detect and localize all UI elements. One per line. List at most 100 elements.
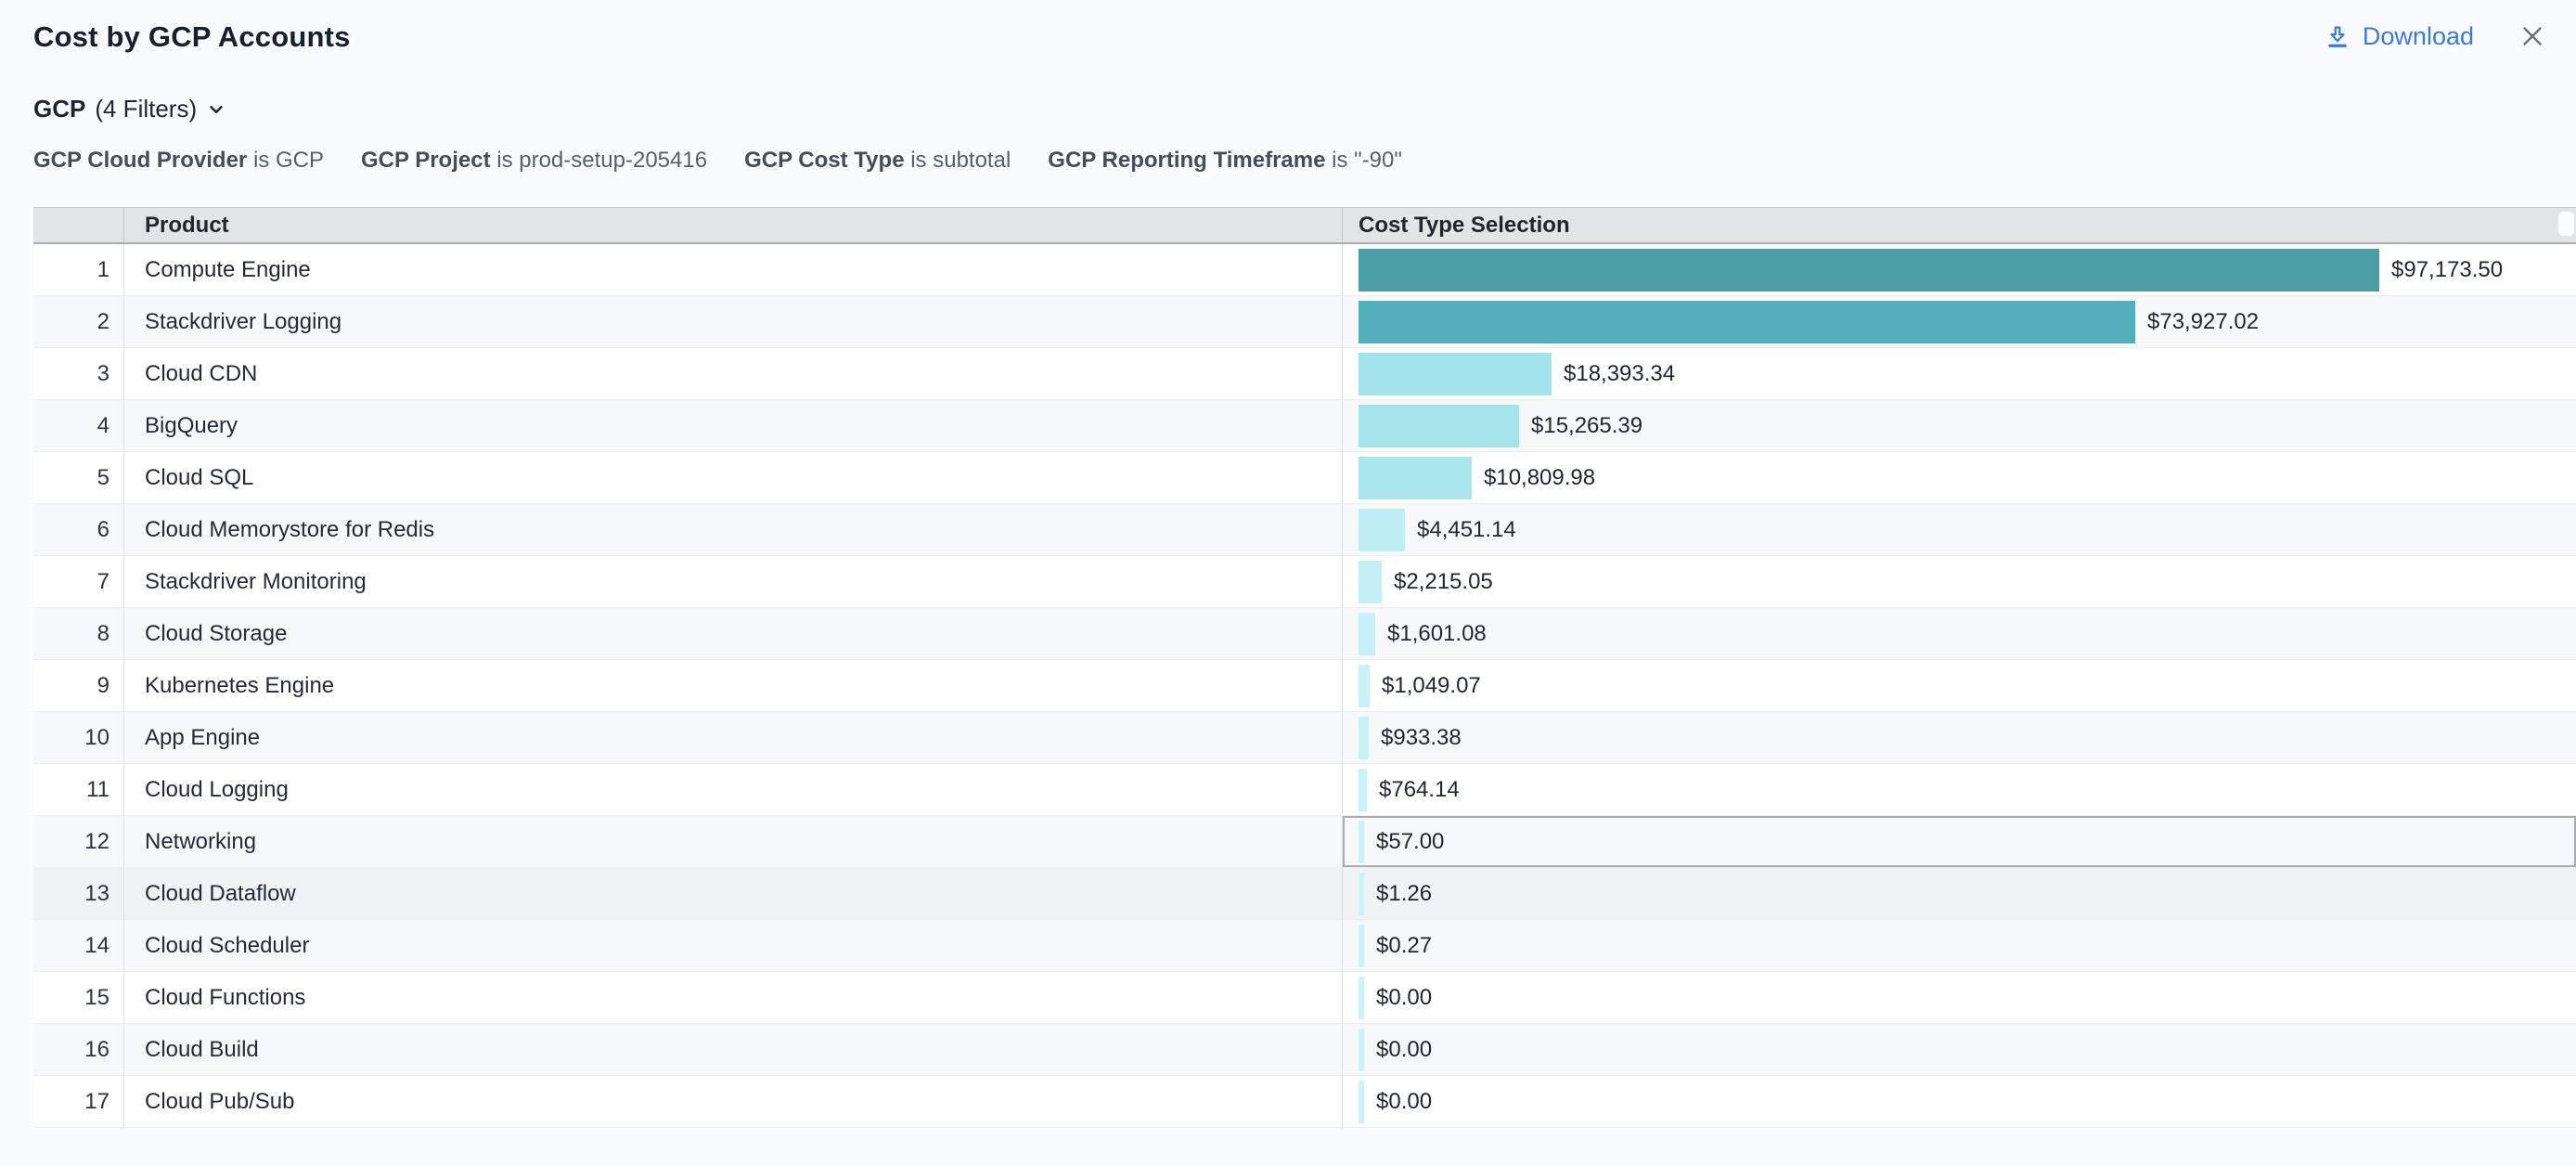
product-cell[interactable]: App Engine xyxy=(123,712,1342,763)
table-row: 8 Cloud Storage $1,601.08 xyxy=(33,608,2576,660)
table-row: 14 Cloud Scheduler $0.27 xyxy=(33,920,2576,972)
row-index: 4 xyxy=(33,400,123,451)
table-row: 6 Cloud Memorystore for Redis $4,451.14 xyxy=(33,504,2576,556)
header-index-cell xyxy=(33,208,123,242)
cost-bar xyxy=(1359,717,1369,759)
cost-bar xyxy=(1359,405,1519,447)
header-product-cell[interactable]: Product xyxy=(123,208,1342,242)
cost-cell[interactable]: $2,215.05 xyxy=(1342,556,2576,607)
row-index: 17 xyxy=(33,1076,123,1127)
cost-bar xyxy=(1359,925,1364,967)
row-index: 1 xyxy=(33,244,123,295)
product-cell[interactable]: Cloud Storage xyxy=(123,608,1342,659)
filter-condition: GCP Reporting Timeframe is "-90" xyxy=(1048,148,1402,174)
filter-condition: GCP Project is prod-setup-205416 xyxy=(361,148,707,174)
scrollbar-thumb[interactable] xyxy=(2558,212,2574,236)
page-title: Cost by GCP Accounts xyxy=(33,19,351,56)
cost-cell[interactable]: $18,393.34 xyxy=(1342,348,2576,399)
cost-bar xyxy=(1359,301,2135,343)
cost-bar xyxy=(1359,1081,1364,1123)
cost-bar xyxy=(1359,457,1472,499)
cost-cell[interactable]: $10,809.98 xyxy=(1342,452,2576,503)
product-cell[interactable]: Kubernetes Engine xyxy=(123,660,1342,711)
cost-value: $1,601.08 xyxy=(1387,621,1487,647)
product-cell[interactable]: Cloud Logging xyxy=(123,764,1342,815)
cost-cell[interactable]: $73,927.02 xyxy=(1342,296,2576,347)
table-row: 10 App Engine $933.38 xyxy=(33,712,2576,764)
cost-bar xyxy=(1359,821,1364,863)
condition-text: is subtotal xyxy=(910,148,1011,173)
table-row: 7 Stackdriver Monitoring $2,215.05 xyxy=(33,556,2576,608)
product-cell[interactable]: Stackdriver Monitoring xyxy=(123,556,1342,607)
row-index: 16 xyxy=(33,1024,123,1075)
cost-cell[interactable]: $0.00 xyxy=(1342,1076,2576,1127)
table-row: 13 Cloud Dataflow $1.26 xyxy=(33,868,2576,920)
row-index: 15 xyxy=(33,972,123,1023)
cost-cell[interactable]: $57.00 xyxy=(1342,816,2576,867)
cost-value: $0.00 xyxy=(1376,1037,1432,1063)
cost-cell[interactable]: $933.38 xyxy=(1342,712,2576,763)
table-row: 4 BigQuery $15,265.39 xyxy=(33,400,2576,452)
cost-cell[interactable]: $15,265.39 xyxy=(1342,400,2576,451)
cost-bar xyxy=(1359,977,1364,1019)
table-body: 1 Compute Engine $97,173.50 2 Stackdrive… xyxy=(33,244,2576,1128)
row-index: 13 xyxy=(33,868,123,919)
table-header: Product Cost Type Selection xyxy=(33,207,2576,244)
condition-text: is GCP xyxy=(253,148,324,173)
cost-cell[interactable]: $1,049.07 xyxy=(1342,660,2576,711)
product-cell[interactable]: Cloud Build xyxy=(123,1024,1342,1075)
product-cell[interactable]: Cloud Memorystore for Redis xyxy=(123,504,1342,555)
cost-cell[interactable]: $764.14 xyxy=(1342,764,2576,815)
product-cell[interactable]: Cloud SQL xyxy=(123,452,1342,503)
table-row: 3 Cloud CDN $18,393.34 xyxy=(33,348,2576,400)
row-index: 5 xyxy=(33,452,123,503)
cost-cell[interactable]: $1,601.08 xyxy=(1342,608,2576,659)
product-cell[interactable]: Compute Engine xyxy=(123,244,1342,295)
cost-cell[interactable]: $0.27 xyxy=(1342,920,2576,971)
filter-group-toggle[interactable]: GCP (4 Filters) xyxy=(33,95,226,123)
row-index: 9 xyxy=(33,660,123,711)
close-icon xyxy=(2517,20,2548,52)
download-button[interactable]: Download xyxy=(2324,22,2474,51)
cost-bar xyxy=(1359,561,1382,603)
product-cell[interactable]: Cloud CDN xyxy=(123,348,1342,399)
cost-bar xyxy=(1359,613,1375,655)
filter-group-label: GCP xyxy=(33,95,85,123)
product-cell[interactable]: Cloud Pub/Sub xyxy=(123,1076,1342,1127)
cost-cell[interactable]: $4,451.14 xyxy=(1342,504,2576,555)
row-index: 12 xyxy=(33,816,123,867)
condition-field: GCP Cloud Provider xyxy=(33,148,247,173)
row-index: 10 xyxy=(33,712,123,763)
product-cell[interactable]: BigQuery xyxy=(123,400,1342,451)
cost-value: $933.38 xyxy=(1381,725,1462,751)
table-row: 9 Kubernetes Engine $1,049.07 xyxy=(33,660,2576,712)
row-index: 2 xyxy=(33,296,123,347)
product-cell[interactable]: Cloud Functions xyxy=(123,972,1342,1023)
download-label: Download xyxy=(2363,22,2474,51)
download-icon xyxy=(2324,22,2351,50)
product-cell[interactable]: Cloud Scheduler xyxy=(123,920,1342,971)
cost-value: $764.14 xyxy=(1379,777,1460,803)
product-cell[interactable]: Stackdriver Logging xyxy=(123,296,1342,347)
row-index: 3 xyxy=(33,348,123,399)
header-cost-cell[interactable]: Cost Type Selection xyxy=(1342,208,2576,242)
cost-bar xyxy=(1359,509,1405,551)
cost-cell[interactable]: $97,173.50 xyxy=(1342,244,2576,295)
condition-text: is "-90" xyxy=(1332,148,1402,173)
cost-value: $10,809.98 xyxy=(1484,465,1595,491)
cost-value: $0.00 xyxy=(1376,985,1432,1011)
condition-text: is prod-setup-205416 xyxy=(496,148,707,173)
table-row: 12 Networking $57.00 xyxy=(33,816,2576,868)
product-cell[interactable]: Networking xyxy=(123,816,1342,867)
cost-value: $57.00 xyxy=(1376,829,1444,855)
cost-cell[interactable]: $1.26 xyxy=(1342,868,2576,919)
cost-cell[interactable]: $0.00 xyxy=(1342,972,2576,1023)
cost-value: $2,215.05 xyxy=(1394,569,1493,595)
cost-cell[interactable]: $0.00 xyxy=(1342,1024,2576,1075)
close-button[interactable] xyxy=(2517,20,2548,52)
cost-bar xyxy=(1359,665,1370,707)
filter-group-count: (4 Filters) xyxy=(95,95,197,123)
filter-condition: GCP Cloud Provider is GCP xyxy=(33,148,324,174)
product-cell[interactable]: Cloud Dataflow xyxy=(123,868,1342,919)
chevron-down-icon xyxy=(206,99,226,120)
